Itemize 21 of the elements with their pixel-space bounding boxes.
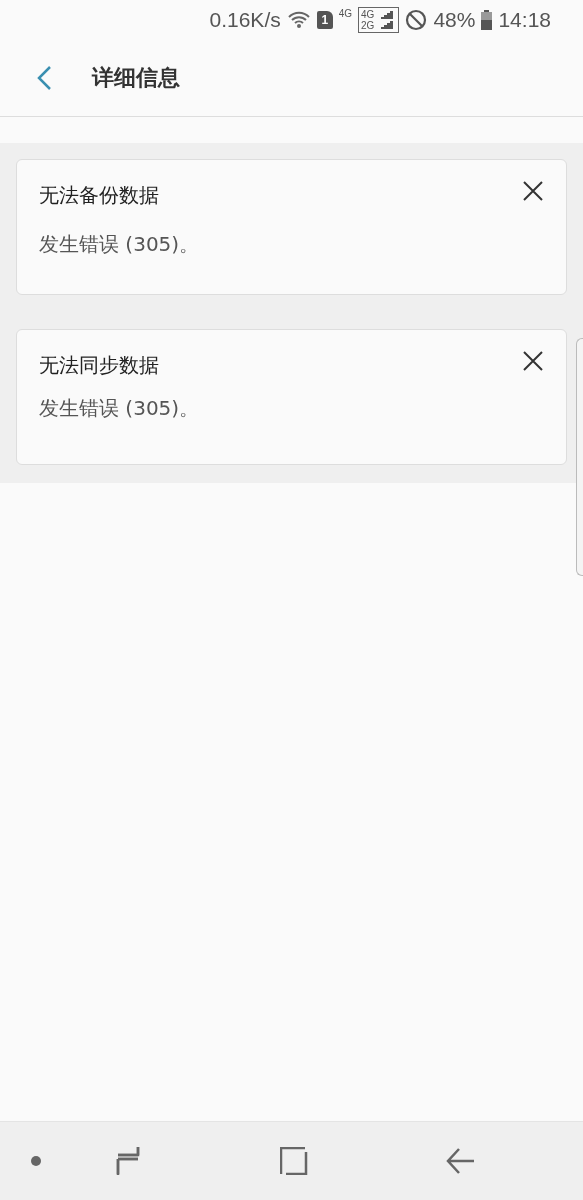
close-icon[interactable]	[522, 350, 544, 372]
battery-percent: 48%	[433, 8, 476, 32]
error-message: 发生错误 (305)。	[39, 395, 201, 422]
network-speed: 0.16K/s	[209, 8, 281, 32]
dot-icon[interactable]	[31, 1156, 41, 1166]
do-not-disturb-icon	[405, 9, 428, 31]
error-title: 无法同步数据	[39, 352, 159, 379]
clock: 14:18	[498, 8, 551, 32]
page-title: 详细信息	[92, 64, 180, 92]
recent-apps-icon[interactable]	[114, 1146, 142, 1176]
error-message: 发生错误 (305)。	[39, 231, 201, 258]
network-type: 4G	[338, 8, 353, 19]
error-title: 无法备份数据	[39, 182, 159, 209]
wifi-icon	[286, 10, 311, 30]
sim-card-icon: 1	[316, 11, 333, 29]
back-arrow-icon[interactable]	[446, 1147, 476, 1175]
back-icon[interactable]	[36, 65, 52, 91]
close-icon[interactable]	[522, 180, 544, 202]
battery-icon	[481, 10, 493, 30]
signal-icon: 4G 2G	[358, 7, 400, 33]
home-icon[interactable]	[280, 1147, 308, 1175]
